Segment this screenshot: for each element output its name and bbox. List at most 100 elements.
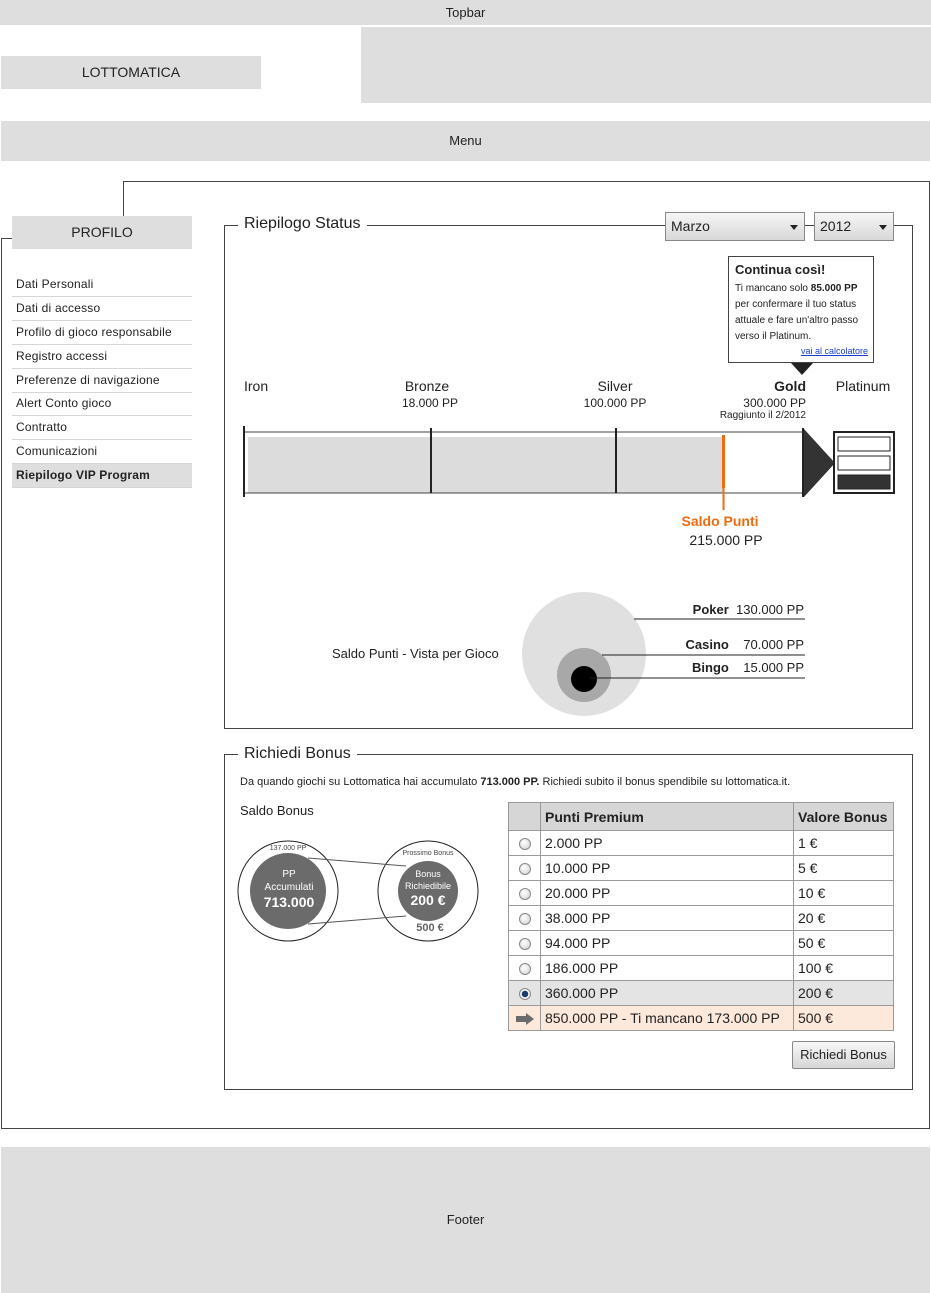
topbar: Topbar bbox=[0, 0, 931, 25]
riepilogo-status-legend: Riepilogo Status bbox=[238, 215, 367, 233]
platinum-box-slot-3 bbox=[837, 474, 891, 490]
radio-cell bbox=[508, 955, 541, 981]
tooltip-body-prefix: Ti mancano solo bbox=[735, 283, 811, 294]
table-row[interactable]: 94.000 PP 50 € bbox=[508, 930, 894, 956]
level-bronze-name: Bronze bbox=[404, 378, 450, 394]
bonus-intro-suffix: Richiedi subito il bonus spendibile su l… bbox=[539, 776, 791, 788]
sidebar-item-dati-personali[interactable]: Dati Personali bbox=[12, 273, 192, 297]
bonus-circle-line2: Richiedibile bbox=[404, 881, 452, 891]
pp-cell: 360.000 PP bbox=[540, 980, 794, 1006]
vista-per-gioco-label: Saldo Punti - Vista per Gioco bbox=[332, 646, 499, 661]
sidebar-item-dati-accesso[interactable]: Dati di accesso bbox=[12, 297, 192, 321]
bonus-radio[interactable] bbox=[518, 863, 531, 876]
saldo-punti-value: 215.000 PP bbox=[689, 532, 763, 548]
progress-fill bbox=[248, 437, 724, 493]
table-row[interactable]: 10.000 PP 5 € bbox=[508, 855, 894, 881]
saldo-bonus-label: Saldo Bonus bbox=[240, 803, 314, 818]
sidebar-item-registro-accessi[interactable]: Registro accessi bbox=[12, 345, 192, 369]
pp-cell: 850.000 PP - Ti mancano 173.000 PP bbox=[540, 1005, 794, 1031]
bonus-radio[interactable] bbox=[518, 888, 531, 901]
table-row[interactable]: 20.000 PP 10 € bbox=[508, 880, 894, 906]
table-row-next-target: 850.000 PP - Ti mancano 173.000 PP 500 € bbox=[508, 1005, 894, 1031]
bonus-circle-line1: Bonus bbox=[415, 869, 441, 879]
bonus-radio[interactable] bbox=[518, 963, 531, 976]
platinum-arrow-icon bbox=[804, 429, 835, 497]
tooltip-title: Continua così! bbox=[735, 262, 826, 277]
bonus-intro-prefix: Da quando giochi su Lottomatica hai accu… bbox=[240, 776, 481, 788]
chevron-down-icon bbox=[790, 225, 798, 230]
table-row[interactable]: 38.000 PP 20 € bbox=[508, 905, 894, 931]
table-row[interactable]: 186.000 PP 100 € bbox=[508, 955, 894, 981]
sidebar-item-profilo-gioco[interactable]: Profilo di gioco responsabile bbox=[12, 321, 192, 345]
radio-cell bbox=[508, 930, 541, 956]
sidebar-item-riepilogo-vip[interactable]: Riepilogo VIP Program bbox=[12, 464, 192, 488]
table-row[interactable]: 2.000 PP 1 € bbox=[508, 830, 894, 856]
bonus-cell: 200 € bbox=[793, 980, 894, 1006]
casino-value: 70.000 PP bbox=[743, 637, 804, 652]
bonus-radio[interactable] bbox=[518, 938, 531, 951]
bonus-cell: 10 € bbox=[793, 880, 894, 906]
year-select-value: 2012 bbox=[820, 218, 852, 234]
tooltip-body: Ti mancano solo 85.000 PP per confermare… bbox=[735, 281, 867, 345]
pp-cell: 38.000 PP bbox=[540, 905, 794, 931]
frame-left-border bbox=[1, 238, 2, 1129]
bonus-intro-bold: 713.000 PP. bbox=[480, 776, 540, 788]
pp-cell: 2.000 PP bbox=[540, 830, 794, 856]
bonus-circle-text: Bonus Richiedibile 200 € bbox=[391, 868, 465, 907]
platinum-box-slot-2 bbox=[837, 455, 891, 471]
pp-cell: 10.000 PP bbox=[540, 855, 794, 881]
sidebar-item-preferenze[interactable]: Preferenze di navigazione bbox=[12, 369, 192, 393]
bonus-cell: 1 € bbox=[793, 830, 894, 856]
casino-label: Casino 70.000 PP bbox=[640, 637, 804, 652]
year-select[interactable]: 2012 bbox=[814, 212, 894, 241]
bonus-circle-bottom-label: 500 € bbox=[416, 922, 444, 934]
richiedi-bonus-legend: Richiedi Bonus bbox=[238, 745, 357, 763]
header-punti-premium: Punti Premium bbox=[540, 802, 794, 831]
arrow-cell bbox=[508, 1005, 541, 1031]
main-menu[interactable]: Menu bbox=[1, 121, 930, 161]
richiedi-bonus-button[interactable]: Richiedi Bonus bbox=[792, 1041, 895, 1069]
bonus-cell: 50 € bbox=[793, 930, 894, 956]
sidebar-item-comunicazioni[interactable]: Comunicazioni bbox=[12, 440, 192, 464]
bonus-cell: 100 € bbox=[793, 955, 894, 981]
pp-circle-line2: Accumulati bbox=[264, 882, 314, 893]
bonus-radio[interactable] bbox=[518, 838, 531, 851]
bingo-value: 15.000 PP bbox=[743, 660, 804, 675]
poker-value: 130.000 PP bbox=[736, 602, 804, 617]
logo[interactable]: LOTTOMATICA bbox=[1, 56, 261, 89]
radio-cell bbox=[508, 830, 541, 856]
month-select[interactable]: Marzo bbox=[665, 212, 805, 241]
bonus-radio[interactable] bbox=[518, 913, 531, 926]
bingo-label: Bingo 15.000 PP bbox=[640, 660, 804, 675]
header-radio-col bbox=[508, 802, 541, 831]
level-bronze-points: 18.000 PP bbox=[401, 396, 459, 410]
bonus-radio-selected[interactable] bbox=[518, 988, 531, 1001]
bonus-cell: 20 € bbox=[793, 905, 894, 931]
table-row-selected[interactable]: 360.000 PP 200 € bbox=[508, 980, 894, 1006]
bingo-circle bbox=[571, 666, 597, 692]
status-progress-bar bbox=[243, 426, 895, 510]
pp-cell: 20.000 PP bbox=[540, 880, 794, 906]
level-silver-name: Silver bbox=[597, 378, 633, 394]
pp-circle-line1: PP bbox=[282, 869, 296, 880]
banner-placeholder bbox=[361, 27, 931, 103]
bonus-table: Punti Premium Valore Bonus 2.000 PP 1 € … bbox=[508, 802, 894, 1031]
radio-cell bbox=[508, 905, 541, 931]
bonus-circle-top-label: Prossimo Bonus bbox=[402, 850, 454, 857]
bonus-cell: 5 € bbox=[793, 855, 894, 881]
tooltip-body-suffix: per confermare il tuo status attuale e f… bbox=[735, 299, 859, 342]
month-select-value: Marzo bbox=[671, 218, 710, 234]
level-platinum-name: Platinum bbox=[835, 378, 891, 394]
bonus-intro: Da quando giochi su Lottomatica hai accu… bbox=[240, 776, 790, 788]
frame-bottom-border bbox=[1, 1128, 930, 1129]
pp-circle-value: 713.000 bbox=[263, 894, 315, 910]
profilo-tab[interactable]: PROFILO bbox=[12, 216, 192, 249]
level-iron-name: Iron bbox=[244, 378, 269, 394]
calcolatore-link[interactable]: vai al calcolatore bbox=[801, 346, 868, 356]
tooltip-pointer bbox=[791, 363, 813, 375]
sidebar-item-contratto[interactable]: Contratto bbox=[12, 416, 192, 440]
sidebar-item-alert-conto[interactable]: Alert Conto gioco bbox=[12, 392, 192, 416]
chevron-down-icon bbox=[879, 225, 887, 230]
poker-name: Poker bbox=[692, 602, 729, 617]
frame-right-border bbox=[929, 181, 930, 1129]
